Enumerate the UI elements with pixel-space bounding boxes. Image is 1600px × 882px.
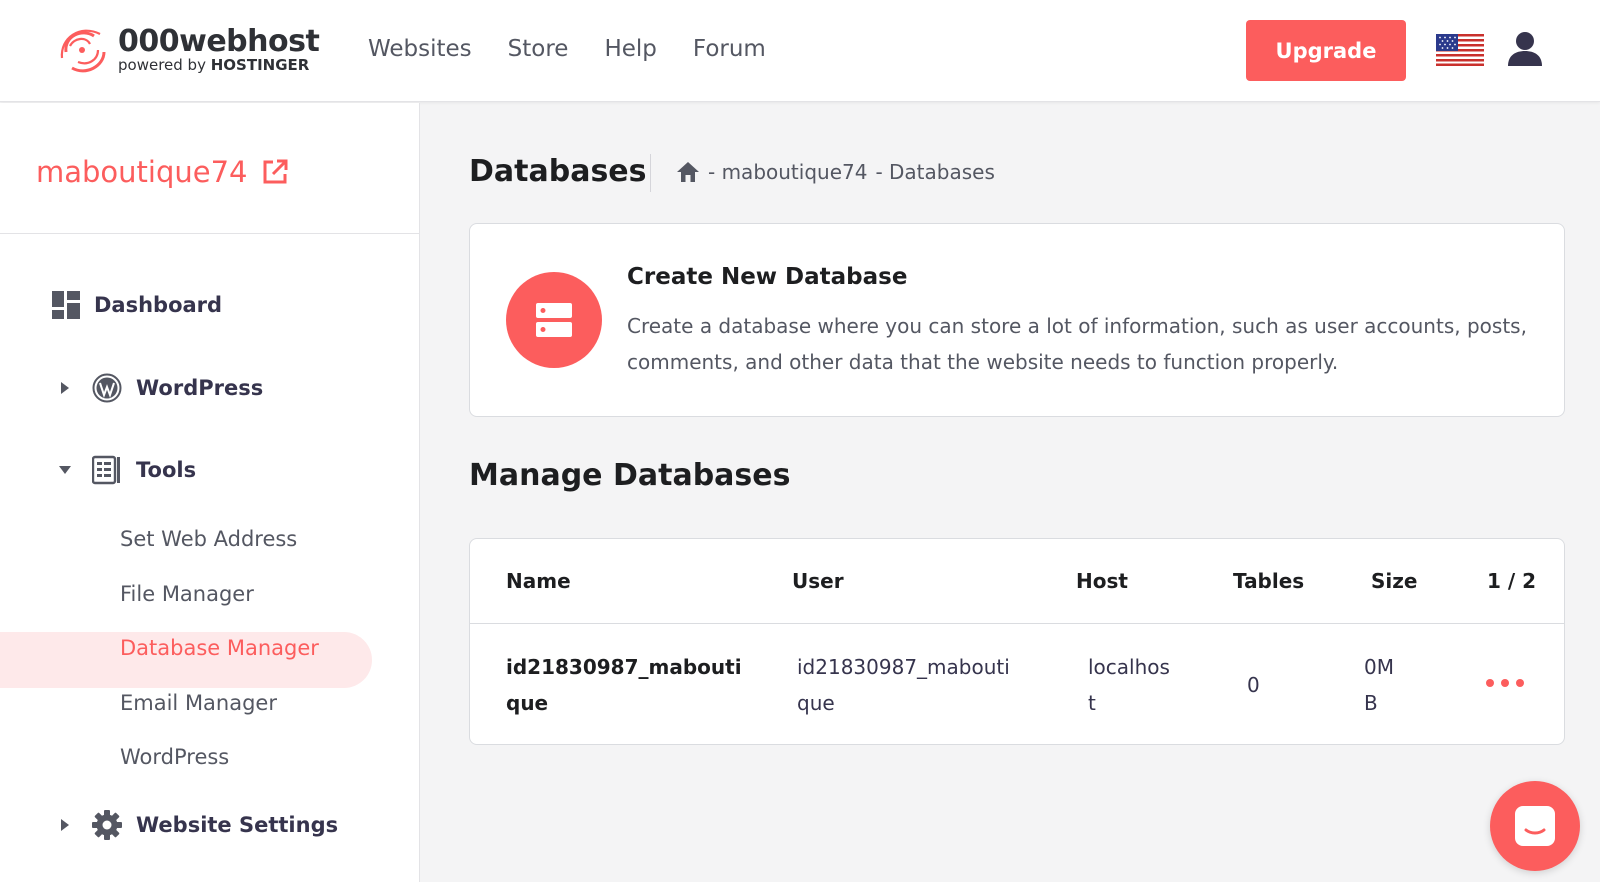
db-user-cell: id21830987_mabouti que [797,649,1010,721]
db-size-cell: 0M B [1364,649,1394,721]
brand-logo[interactable]: 000webhost powered by HOSTINGER [56,22,320,78]
breadcrumb-site[interactable]: - maboutique74 [708,160,867,184]
db-host-cell: localhos t [1088,649,1170,721]
sidebar: maboutique74 Dashboard WordPress Tools S… [0,103,420,882]
breadcrumb-current: - Databases [875,160,995,184]
db-user-line-1: id21830987_mabouti [797,655,1010,679]
db-name-cell: id21830987_mabouti que [506,649,742,721]
tools-icon [92,455,122,485]
db-tables-cell: 0 [1247,673,1260,697]
pagination-indicator: 1 / 2 [1487,569,1537,593]
column-header-size: Size [1371,569,1418,593]
sidebar-subitem-database-manager[interactable]: Database Manager [120,636,319,660]
db-user-line-2: que [797,691,835,715]
databases-table: Name User Host Tables Size 1 / 2 id21830… [469,538,1565,745]
sidebar-item-dashboard[interactable]: Dashboard [52,291,222,319]
nav-forum[interactable]: Forum [693,36,766,62]
create-database-description: Create a database where you can store a … [627,314,1527,374]
table-header-divider [470,623,1564,624]
top-header: 000webhost powered by HOSTINGER Websites… [0,0,1600,102]
chat-launcher-button[interactable] [1490,781,1580,871]
create-database-title: Create New Database [627,264,908,290]
site-name-link[interactable]: maboutique74 [36,155,290,189]
db-size-line-2: B [1364,691,1378,715]
sidebar-subitem-set-web-address[interactable]: Set Web Address [120,527,297,551]
site-name: maboutique74 [36,155,248,189]
logo-swirl-icon [60,29,106,73]
db-name-line-1: id21830987_mabouti [506,655,742,679]
sidebar-subitem-wordpress[interactable]: WordPress [120,745,229,769]
row-actions-menu-icon[interactable] [1486,679,1531,687]
sidebar-item-website-settings[interactable]: Website Settings [58,810,338,840]
wordpress-icon [92,373,122,403]
page-title: Databases [469,154,647,189]
nav-help[interactable]: Help [604,36,656,62]
db-size-line-1: 0M [1364,655,1394,679]
brand-tagline-brand: HOSTINGER [210,56,310,74]
brand-name: 000webhost [118,24,320,59]
sidebar-subitem-email-manager[interactable]: Email Manager [120,691,277,715]
caret-right-icon [58,381,72,395]
column-header-host: Host [1076,569,1128,593]
database-icon [506,272,602,368]
column-header-name: Name [506,569,571,593]
sidebar-item-label: Website Settings [136,813,339,837]
nav-store[interactable]: Store [508,36,569,62]
dashboard-icon [52,291,80,319]
sidebar-item-label: Dashboard [94,293,223,317]
column-header-user: User [792,569,844,593]
us-flag-icon[interactable] [1436,34,1484,66]
create-database-card[interactable]: Create New Database Create a database wh… [469,223,1565,417]
caret-right-icon [58,818,72,832]
brand-tagline-prefix: powered by [118,56,206,74]
home-icon[interactable] [676,161,700,183]
user-icon[interactable] [1506,30,1544,68]
sidebar-item-label: Tools [136,458,197,482]
caret-down-icon [58,465,72,475]
column-header-tables: Tables [1233,569,1305,593]
db-name-line-2: que [506,691,549,715]
sidebar-divider [0,233,420,234]
brand-tagline: powered by HOSTINGER [118,58,319,73]
breadcrumb: - maboutique74 - Databases [676,160,995,184]
external-link-icon [263,159,288,184]
sidebar-item-wordpress[interactable]: WordPress [58,373,263,403]
sidebar-subitem-file-manager[interactable]: File Manager [120,582,254,606]
upgrade-button[interactable]: Upgrade [1246,20,1406,81]
chat-icon [1515,806,1555,846]
db-host-line-2: t [1088,691,1096,715]
gear-icon [92,810,122,840]
sidebar-item-tools[interactable]: Tools [58,455,196,485]
sidebar-item-label: WordPress [136,376,264,400]
title-divider [650,154,651,192]
db-host-line-1: localhos [1088,655,1170,679]
main-nav: Websites Store Help Forum [368,36,802,62]
nav-websites[interactable]: Websites [368,36,472,62]
manage-databases-title: Manage Databases [469,458,791,493]
